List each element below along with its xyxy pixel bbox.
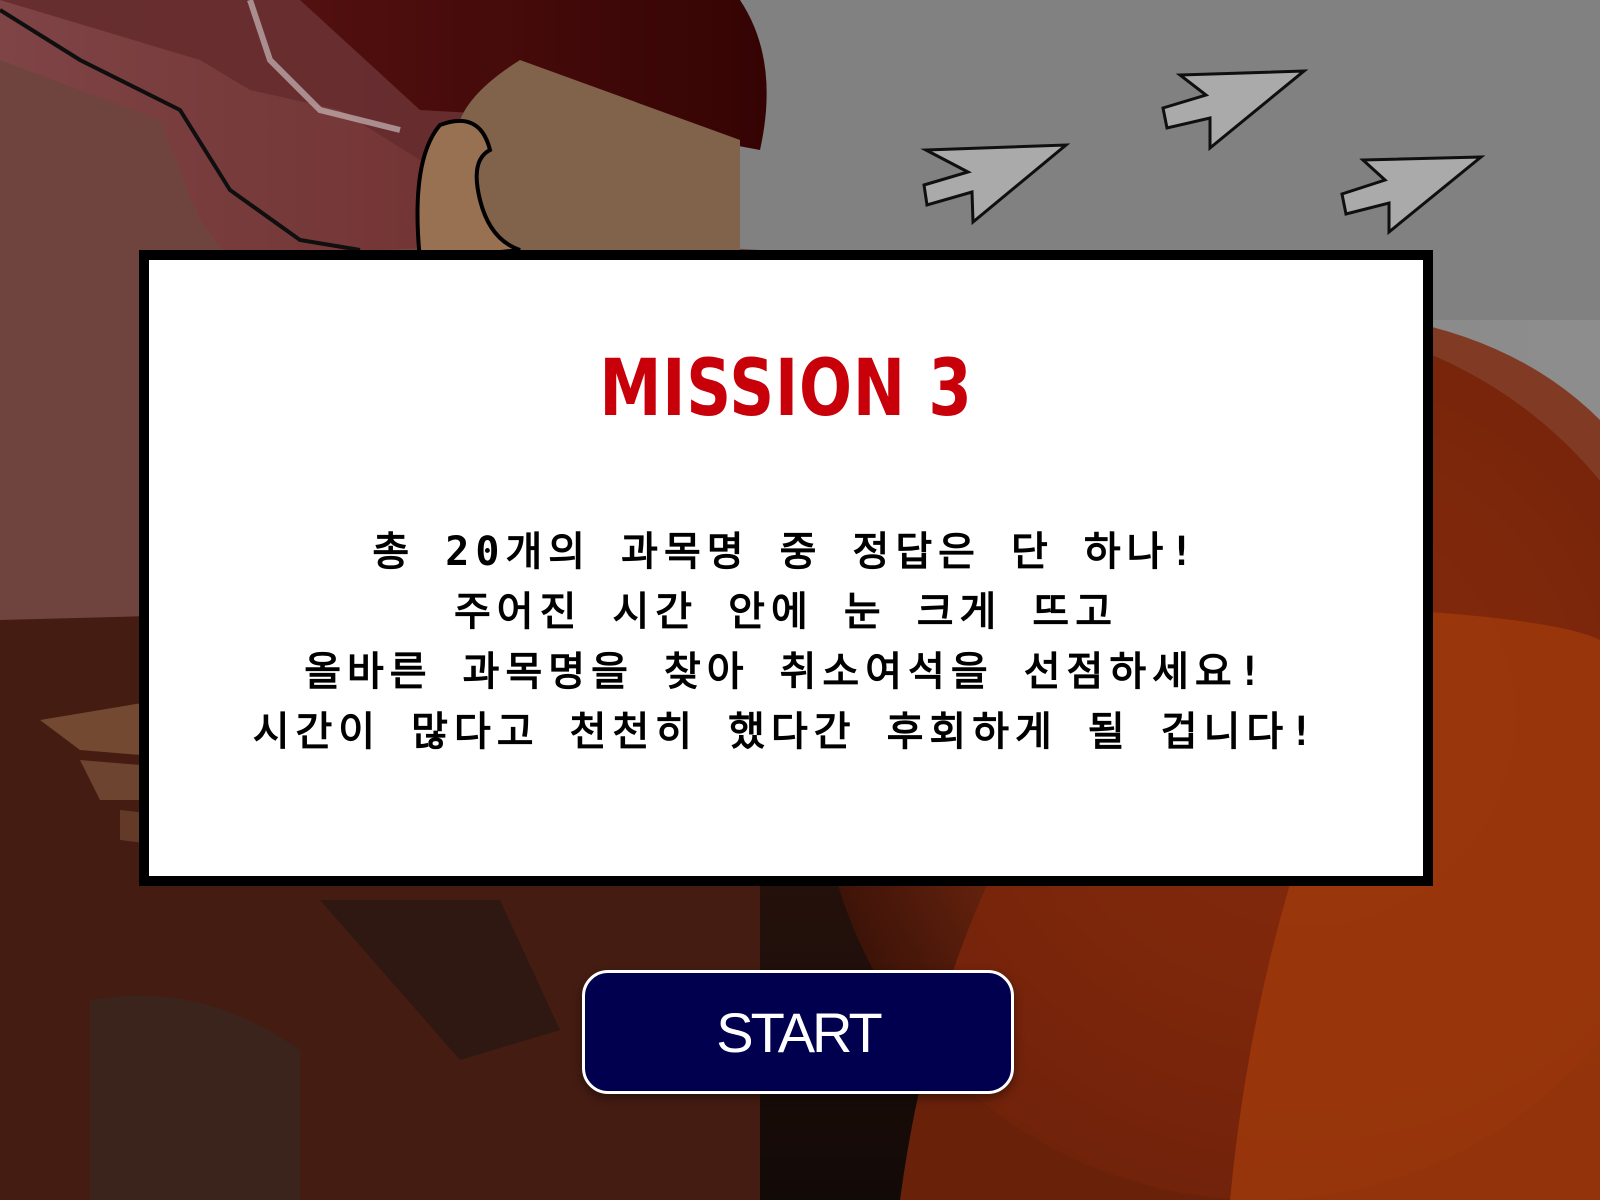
mission-title: MISSION 3 xyxy=(599,344,973,434)
mission-text-line: 총 20개의 과목명 중 정답은 단 하나! xyxy=(372,529,1200,575)
start-button[interactable]: START xyxy=(582,970,1014,1094)
mission-description: 총 20개의 과목명 중 정답은 단 하나! 주어진 시간 안에 눈 크게 뜨고… xyxy=(149,522,1423,762)
mission-dialog: MISSION 3 총 20개의 과목명 중 정답은 단 하나! 주어진 시간 … xyxy=(139,250,1433,886)
mission-text-line: 시간이 많다고 천천히 했다간 후회하게 될 겁니다! xyxy=(252,709,1320,755)
mission-text-line: 올바른 과목명을 찾아 취소여석을 선점하세요! xyxy=(304,649,1268,695)
mission-text-line: 주어진 시간 안에 눈 크게 뜨고 xyxy=(453,589,1118,635)
